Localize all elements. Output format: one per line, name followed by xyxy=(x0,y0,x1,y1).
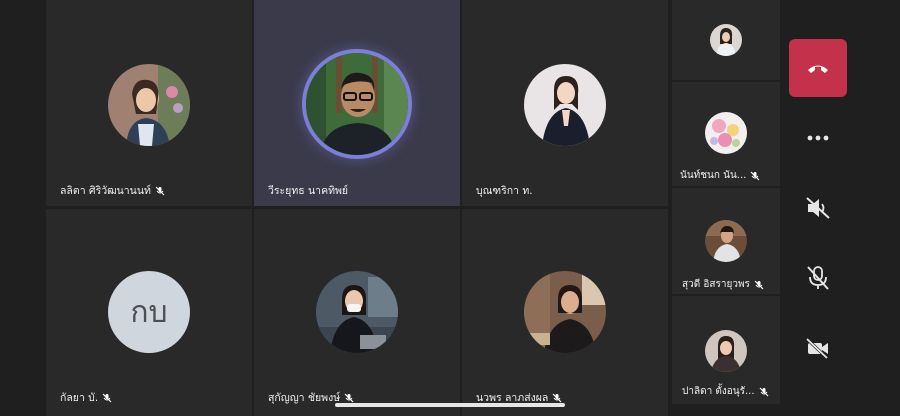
participant-name: ปาลิดา ตั้งอนุรั... xyxy=(682,384,769,399)
mic-off-icon xyxy=(102,393,112,402)
avatar xyxy=(524,271,606,353)
avatar-initials: กบ xyxy=(108,271,190,353)
camera-off-icon xyxy=(805,337,829,359)
participant-tile-5[interactable]: สุกัญญา ชัยพงษ์ xyxy=(254,209,460,416)
avatar xyxy=(108,64,190,146)
participant-tile-4[interactable]: กบ กัลยา บั. xyxy=(46,209,252,416)
side-participant-tile-2[interactable]: นันท์ชนก นัน... xyxy=(672,82,780,186)
avatar xyxy=(306,53,408,155)
participant-tile-6[interactable]: นวพร ลาภส่งผล xyxy=(462,209,668,416)
hang-up-button[interactable] xyxy=(789,39,847,97)
mic-off-icon xyxy=(754,280,764,289)
mic-off-icon xyxy=(750,171,760,180)
mic-off-icon xyxy=(344,393,354,402)
mic-toggle-button[interactable] xyxy=(789,249,847,307)
participant-tile-2[interactable]: วีระยุทธ นาคทิพย์ xyxy=(254,0,460,206)
avatar xyxy=(524,64,606,146)
participant-name: นันท์ชนก นัน... xyxy=(680,168,760,183)
side-participant-tile-3[interactable]: สุวดี อิสรายุวพร xyxy=(672,188,780,294)
avatar xyxy=(705,330,747,372)
hang-up-icon xyxy=(808,65,828,73)
participant-name: สุวดี อิสรายุวพร xyxy=(682,277,764,292)
avatar xyxy=(316,271,398,353)
avatar: กบ xyxy=(108,271,190,353)
mic-off-icon xyxy=(759,387,768,396)
side-participant-tile-1[interactable] xyxy=(672,0,780,80)
avatar xyxy=(705,112,747,154)
home-indicator[interactable] xyxy=(335,403,565,407)
camera-toggle-button[interactable] xyxy=(789,319,847,377)
participant-tile-1[interactable]: ลลิตา ศิริวัฒนานนท์ xyxy=(46,0,252,206)
speaker-toggle-button[interactable] xyxy=(789,179,847,237)
mic-off-icon xyxy=(552,393,562,402)
participant-name: ลลิตา ศิริวัฒนานนท์ xyxy=(60,182,165,199)
mic-off-icon xyxy=(807,266,829,290)
participant-name: กัลยา บั. xyxy=(60,389,112,406)
mic-off-icon xyxy=(155,186,165,195)
side-participant-tile-4[interactable]: ปาลิดา ตั้งอนุรั... xyxy=(672,296,780,404)
avatar xyxy=(705,220,747,262)
avatar xyxy=(710,24,742,56)
participant-tile-3[interactable]: บุณฑริกา ท. xyxy=(462,0,668,206)
participant-name: วีระยุทธ นาคทิพย์ xyxy=(268,185,349,197)
participant-name: บุณฑริกา ท. xyxy=(476,185,533,197)
speaker-off-icon xyxy=(806,197,830,219)
more-options-button[interactable] xyxy=(789,109,847,167)
more-options-icon xyxy=(807,135,829,141)
